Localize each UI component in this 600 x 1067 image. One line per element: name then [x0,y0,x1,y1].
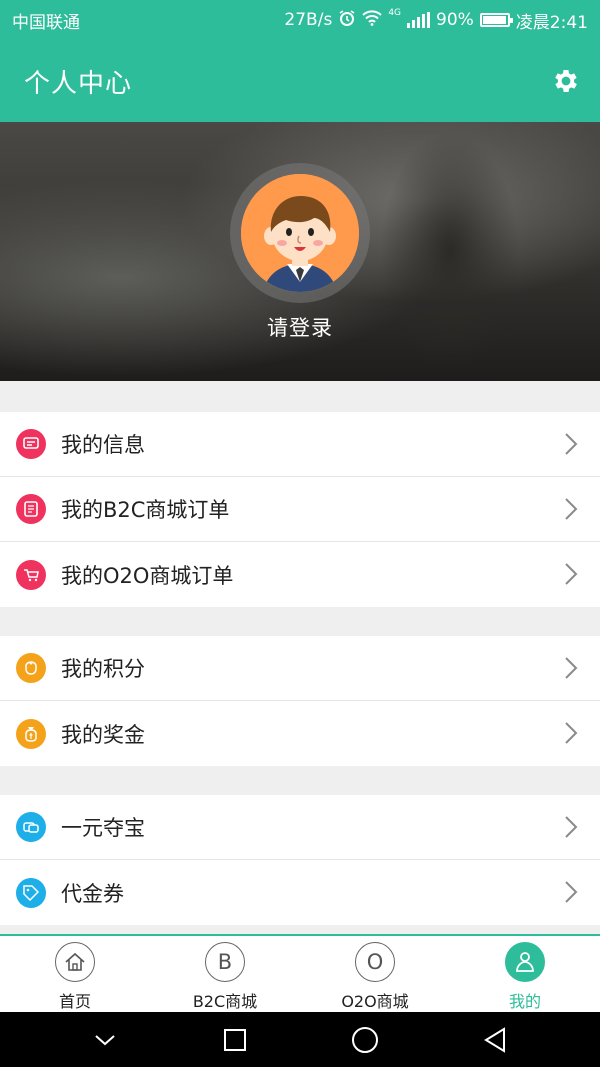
menu-item-o2o-orders[interactable]: 我的O2O商城订单 [0,542,600,607]
page-title: 个人中心 [24,68,133,99]
avatar-button[interactable] [230,163,370,303]
menu-item-label: 代金券 [61,881,124,906]
circle-icon [352,1026,378,1053]
treasure-icon [16,812,46,842]
tab-mine[interactable]: 我的 [450,936,600,1012]
user-icon [505,942,545,982]
points-icon [16,653,46,683]
chevron-right-icon [564,497,578,525]
avatar [241,174,359,292]
voucher-icon [16,877,46,908]
network-type-label: 4G [388,7,402,18]
menu-item-label: 我的O2O商城订单 [61,563,234,588]
menu-item-label: 我的B2C商城订单 [61,498,230,522]
login-prompt[interactable]: 请登录 [0,312,600,342]
battery-percent: 90% [436,10,474,30]
tab-label: 我的 [508,992,541,1011]
back-triangle-icon [484,1026,505,1053]
chevron-right-icon [564,562,578,590]
bonus-icon [16,718,46,749]
clock: 凌晨2:41 [515,12,588,33]
menu-group-rewards: 我的积分 我的奖金 [0,636,600,766]
cart-icon [16,559,46,590]
battery-icon [479,13,513,27]
cartoon-boy-avatar [241,174,359,292]
o2o-icon: O [355,942,395,982]
menu-item-label: 我的信息 [61,433,145,457]
menu-item-b2c-orders[interactable]: 我的B2C商城订单 [0,477,600,542]
message-icon [16,429,46,459]
chevron-right-icon [564,656,578,684]
chevron-right-icon [564,880,578,908]
nav-recents-button[interactable] [215,1020,255,1060]
chevron-right-icon [564,721,578,749]
tab-b2c[interactable]: B B2C商城 [150,936,300,1012]
menu-item-label: 我的积分 [61,657,145,681]
order-icon [16,494,46,524]
tab-label: O2O商城 [341,992,409,1011]
app-bar: 个人中心 [0,40,600,122]
status-bar: 中国联通 27B/s 4G 90% 凌晨2:41 [0,0,600,40]
b2c-icon: B [205,942,245,982]
home-icon [55,942,95,982]
menu-item-treasure[interactable]: 一元夺宝 [0,795,600,860]
nav-collapse-button[interactable] [85,1020,125,1060]
square-icon [224,1028,246,1051]
tab-home[interactable]: 首页 [0,936,150,1012]
battery-fill [482,16,507,24]
tab-label: B2C商城 [192,992,258,1011]
bottom-tab-bar: 首页 B B2C商城 O O2O商城 我的 [0,934,600,1012]
menu-item-points[interactable]: 我的积分 [0,636,600,701]
chevron-down-icon [95,1034,115,1045]
profile-banner: 请登录 [0,122,600,381]
menu-group-orders: 我的信息 我的B2C商城订单 我的O2O商城订单 [0,412,600,607]
settings-button[interactable] [546,61,586,101]
gear-icon [555,70,577,92]
tab-o2o[interactable]: O O2O商城 [300,936,450,1012]
system-nav-bar [0,1012,600,1067]
nav-home-button[interactable] [345,1020,385,1060]
signal-icon [407,12,431,28]
carrier-name: 中国联通 [12,12,80,33]
menu-item-my-info[interactable]: 我的信息 [0,412,600,477]
chevron-right-icon [564,815,578,843]
network-speed: 27B/s [284,10,333,30]
alarm-icon [338,9,356,32]
menu-item-voucher[interactable]: 代金券 [0,860,600,925]
menu-item-label: 一元夺宝 [61,816,145,840]
chevron-right-icon [564,432,578,460]
wifi-icon [362,9,383,31]
nav-back-button[interactable] [475,1020,515,1060]
menu-item-bonus[interactable]: 我的奖金 [0,701,600,766]
menu-group-promotions: 一元夺宝 代金券 [0,795,600,925]
menu-item-label: 我的奖金 [61,722,145,747]
tab-label: 首页 [58,992,91,1011]
status-indicators: 27B/s 4G 90% 凌晨2:41 [284,8,588,33]
